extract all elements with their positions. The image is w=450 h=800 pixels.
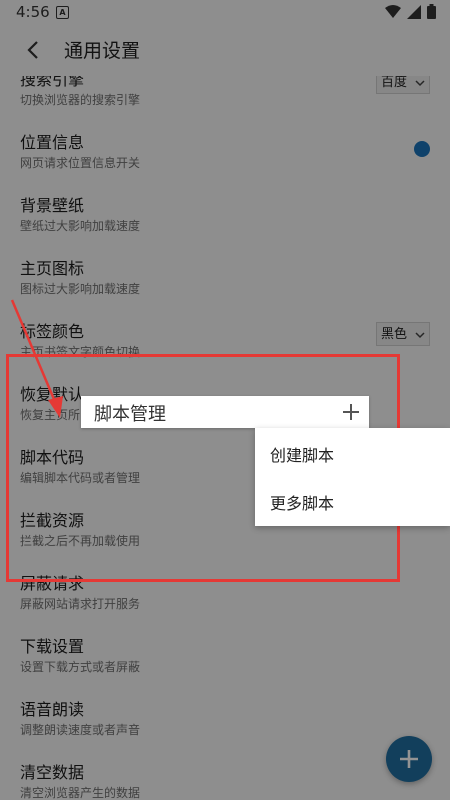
script-manager-header: 脚本管理 [81,396,369,428]
script-menu: 创建脚本 更多脚本 [255,428,450,526]
plus-icon[interactable] [341,402,361,422]
menu-item-more-scripts[interactable]: 更多脚本 [270,490,334,514]
popup-title: 脚本管理 [94,404,166,425]
screen: 4:56 A 搜索引擎 切换浏览器的搜索引擎 百度 位置信息 网页请求位置信息开… [0,0,450,800]
menu-item-create-script[interactable]: 创建脚本 [270,442,334,466]
